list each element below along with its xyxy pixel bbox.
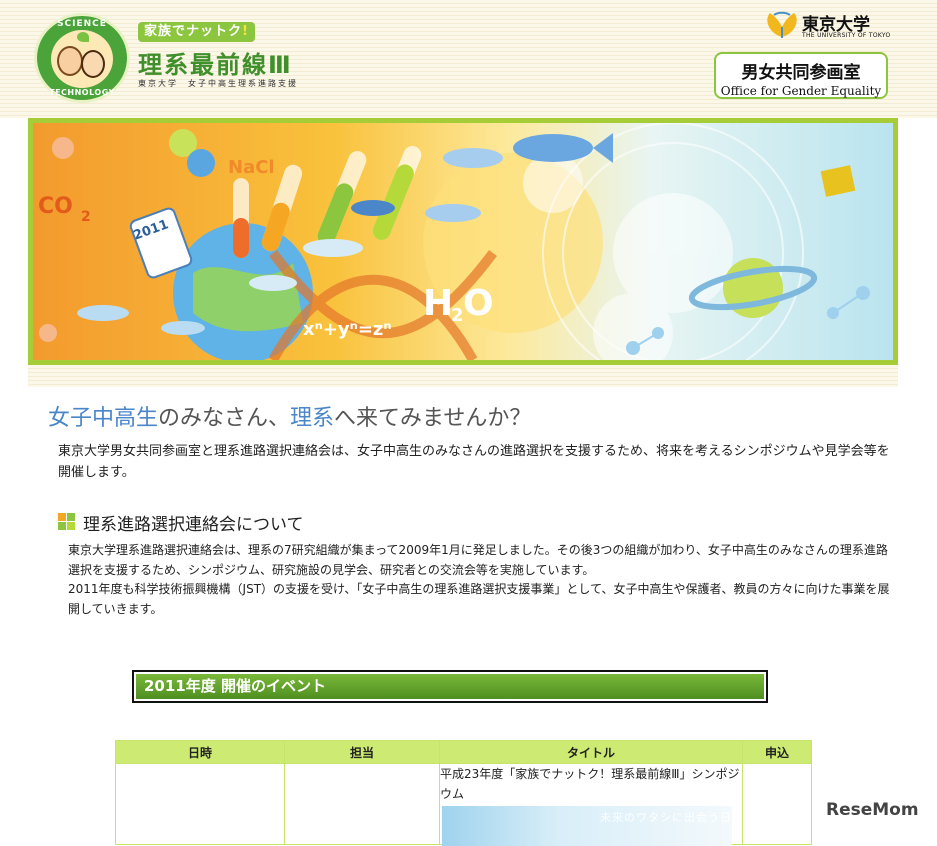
tagline-badge: 家族でナットク! bbox=[138, 22, 255, 42]
events-section-bar: 2011年度 開催のイベント bbox=[132, 670, 768, 703]
hero-label-h: H bbox=[423, 283, 453, 324]
column-header-apply: 申込 bbox=[742, 740, 812, 764]
hero-label-o: O bbox=[463, 283, 494, 324]
tagline-mark: ! bbox=[242, 24, 249, 39]
tagline-text: 家族でナットク bbox=[144, 24, 243, 39]
hero-label-nacl: NaCl bbox=[228, 157, 275, 178]
balloon-icon bbox=[187, 149, 215, 177]
column-header-date: 日時 bbox=[115, 740, 285, 764]
table-row: 平成23年度「家族でナットク！理系最前線Ⅲ」シンポジウム 未来のワタシに出会う日 bbox=[115, 763, 812, 846]
hero-label-h-sub: 2 bbox=[451, 305, 464, 326]
event-thumbnail-image[interactable]: 未来のワタシに出会う日 bbox=[442, 806, 732, 846]
section-paragraph-2: 2011年度も科学技術振興機構（JST）の支援を受け、「女子中高生の理系進路選択… bbox=[68, 582, 890, 616]
brand-subtitle: 東京大学 女子中高生理系進路支援 bbox=[138, 79, 298, 88]
hero-banner: NaCl CO 2 2011 H 2 O xⁿ+yⁿ=zⁿ bbox=[28, 118, 898, 365]
resemom-watermark: ReseMom bbox=[826, 800, 919, 820]
badge-bottom-text: TECHNOLOGY bbox=[49, 88, 115, 97]
sprout-icon bbox=[77, 32, 89, 42]
office-name-en: Office for Gender Equality bbox=[720, 84, 882, 98]
science-technology-badge-logo[interactable]: SCIENCE TECHNOLOGY bbox=[34, 13, 130, 103]
ginkgo-leaf-icon[interactable] bbox=[764, 9, 800, 39]
column-header-title: タイトル bbox=[439, 740, 743, 764]
section-heading-text: 理系進路選択連絡会について bbox=[83, 515, 304, 535]
child-face-icon bbox=[81, 50, 105, 78]
thumbnail-caption: 未来のワタシに出会う日 bbox=[600, 811, 732, 824]
cell-title: 平成23年度「家族でナットク！理系最前線Ⅲ」シンポジウム 未来のワタシに出会う日 bbox=[439, 763, 743, 846]
cell-apply bbox=[742, 763, 812, 845]
hero-label-co-sub: 2 bbox=[81, 209, 91, 225]
section-body: 東京大学理系進路選択連絡会は、理系の7研究組織が集まって2009年1月に発足しま… bbox=[68, 541, 896, 619]
events-section-title: 2011年度 開催のイベント bbox=[136, 674, 764, 699]
university-name-en: THE UNIVERSITY OF TOKYO bbox=[802, 32, 891, 39]
intro-paragraph: 東京大学男女共同参画室と理系進路選択連絡会は、女子中高生のみなさんの進路選択を支… bbox=[58, 444, 890, 480]
site-header: SCIENCE TECHNOLOGY 家族でナットク! 理系最前線Ⅲ 東京大学 … bbox=[0, 0, 937, 118]
satellite-icon bbox=[820, 165, 856, 197]
column-header-organizer: 担当 bbox=[284, 740, 440, 764]
girl-face-icon bbox=[57, 46, 83, 76]
page-headline: 女子中高生のみなさん、理系へ来てみませんか？ bbox=[48, 400, 531, 432]
hero-illustration: NaCl CO 2 2011 H 2 O xⁿ+yⁿ=zⁿ bbox=[38, 123, 870, 360]
events-table: 日時 担当 タイトル 申込 平成23年度「家族でナットク！理系最前線Ⅲ」シンポジ… bbox=[115, 740, 812, 846]
section-paragraph-1: 東京大学理系進路選択連絡会は、理系の7研究組織が集まって2009年1月に発足しま… bbox=[68, 543, 888, 577]
office-name-ja: 男女共同参画室 bbox=[741, 63, 861, 83]
badge-top-text: SCIENCE bbox=[57, 19, 107, 29]
headline-part-3: 理系 bbox=[290, 406, 335, 431]
table-header-row: 日時 担当 タイトル 申込 bbox=[115, 740, 812, 764]
badge-illustration bbox=[51, 30, 113, 88]
section-square-icon bbox=[58, 513, 75, 530]
brand-title[interactable]: 理系最前線Ⅲ bbox=[138, 45, 293, 80]
office-gender-equality-link[interactable]: 男女共同参画室 Office for Gender Equality bbox=[714, 52, 888, 99]
hero-label-equation: xⁿ+yⁿ=zⁿ bbox=[303, 319, 392, 340]
hero-bottom-stripe bbox=[28, 365, 898, 387]
cell-organizer bbox=[284, 763, 440, 845]
headline-part-4: へ来てみませんか？ bbox=[334, 406, 532, 431]
headline-part-2: のみなさん、 bbox=[158, 406, 291, 431]
event-title-link[interactable]: 平成23年度「家族でナットク！理系最前線Ⅲ」シンポジウム bbox=[440, 767, 740, 801]
hero-label-co: CO bbox=[38, 194, 73, 219]
headline-part-1: 女子中高生 bbox=[48, 406, 159, 431]
cell-date bbox=[115, 763, 285, 845]
